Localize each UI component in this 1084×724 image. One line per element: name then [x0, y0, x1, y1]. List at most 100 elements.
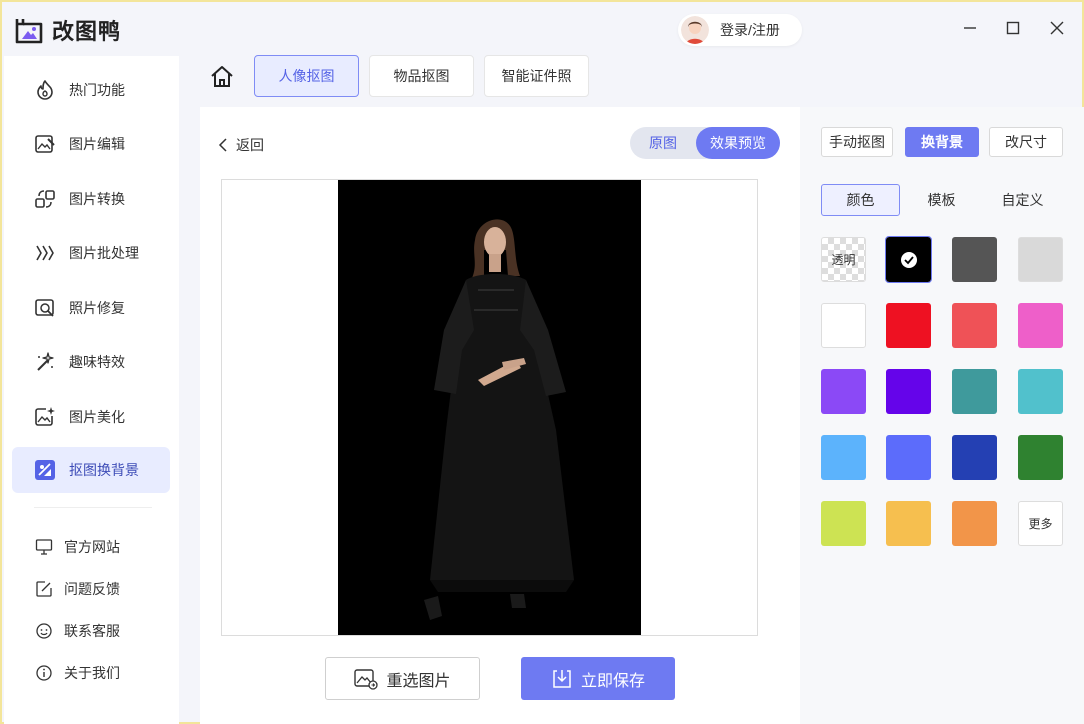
sidebar-divider — [34, 507, 152, 508]
view-toggle: 原图 效果预览 — [630, 127, 780, 159]
color-swatch[interactable] — [886, 435, 931, 480]
result-image — [338, 180, 641, 635]
color-swatch[interactable] — [1018, 237, 1063, 282]
image-preview-area — [221, 179, 758, 636]
color-swatch[interactable] — [885, 236, 932, 283]
background-panel: 手动抠图 换背景 改尺寸 颜色 模板 自定义 透明更多 — [800, 107, 1084, 724]
resize-button[interactable]: 改尺寸 — [989, 127, 1063, 157]
color-swatch[interactable] — [821, 435, 866, 480]
login-button[interactable]: 登录/注册 — [678, 14, 802, 46]
back-label: 返回 — [236, 137, 264, 153]
sidebar-item-label: 图片转换 — [69, 191, 125, 207]
sidebar-link-label: 问题反馈 — [64, 581, 120, 597]
more-colors-button[interactable]: 更多 — [1018, 501, 1063, 546]
sidebar-item-image-convert[interactable]: 图片转换 — [12, 176, 170, 222]
sidebar-item-label: 图片批处理 — [69, 245, 139, 261]
sidebar-link-official-site[interactable]: 官方网站 — [34, 535, 120, 559]
color-swatch[interactable] — [952, 369, 997, 414]
color-swatch[interactable] — [1018, 435, 1063, 480]
color-swatch[interactable] — [952, 237, 997, 282]
sidebar-link-label: 联系客服 — [64, 623, 120, 639]
maximize-icon — [1006, 21, 1020, 35]
sidebar-item-image-edit[interactable]: 图片编辑 — [12, 121, 170, 167]
close-icon — [1050, 21, 1064, 35]
sparkle-image-icon — [32, 404, 58, 430]
sidebar-link-support[interactable]: 联系客服 — [34, 619, 120, 643]
home-icon — [211, 66, 233, 87]
color-swatch[interactable] — [1018, 369, 1063, 414]
sidebar-item-label: 图片美化 — [69, 409, 125, 425]
change-background-button[interactable]: 换背景 — [905, 127, 979, 157]
tab-custom[interactable]: 自定义 — [983, 184, 1062, 216]
magic-wand-icon — [32, 349, 58, 375]
sidebar-item-label: 照片修复 — [69, 300, 125, 316]
sidebar: 热门功能 图片编辑 图片转换 图片批处理 照片修复 趣味特效 图片美化 抠图换背… — [4, 56, 179, 724]
sidebar-item-fun-effects[interactable]: 趣味特效 — [12, 339, 170, 385]
color-swatch[interactable] — [952, 435, 997, 480]
toggle-preview[interactable]: 效果预览 — [696, 127, 780, 159]
maximize-button[interactable] — [1001, 16, 1025, 40]
sidebar-item-cutout[interactable]: 抠图换背景 — [12, 447, 170, 493]
preview-panel: 返回 原图 效果预览 重选图片 立即保存 — [200, 107, 800, 724]
info-icon — [34, 663, 54, 683]
cutout-icon — [32, 457, 58, 483]
feedback-icon — [34, 579, 54, 599]
sidebar-item-batch[interactable]: 图片批处理 — [12, 230, 170, 276]
app-window: 改图鸭 登录/注册 热门功能 图片编辑 图片转换 图片批处理 照片修复 趣味特效… — [0, 0, 1084, 724]
minimize-icon — [964, 27, 976, 29]
save-label: 立即保存 — [580, 672, 645, 690]
sidebar-item-label: 图片编辑 — [69, 136, 125, 152]
tab-id-photo[interactable]: 智能证件照 — [484, 55, 589, 97]
reselect-label: 重选图片 — [386, 672, 451, 690]
save-now-button[interactable]: 立即保存 — [521, 657, 675, 700]
photo-repair-icon — [32, 295, 58, 321]
tab-template[interactable]: 模板 — [902, 184, 981, 216]
color-swatch[interactable] — [886, 501, 931, 546]
customer-service-icon — [34, 621, 54, 641]
title-bar: 改图鸭 登录/注册 — [2, 2, 1082, 56]
color-swatch[interactable] — [821, 501, 866, 546]
image-edit-icon — [32, 131, 58, 157]
sidebar-item-label: 抠图换背景 — [69, 462, 139, 478]
logo-icon — [15, 19, 43, 44]
monitor-icon — [34, 537, 54, 557]
app-title: 改图鸭 — [52, 19, 122, 44]
image-replace-icon — [354, 668, 379, 690]
convert-icon — [32, 186, 58, 212]
sidebar-item-photo-repair[interactable]: 照片修复 — [12, 285, 170, 331]
close-button[interactable] — [1045, 16, 1069, 40]
minimize-button[interactable] — [958, 16, 982, 40]
sidebar-item-beautify[interactable]: 图片美化 — [12, 394, 170, 440]
sidebar-link-label: 官方网站 — [64, 539, 120, 555]
login-label: 登录/注册 — [720, 22, 780, 38]
sidebar-item-hot-features[interactable]: 热门功能 — [12, 67, 170, 113]
app-logo: 改图鸭 — [14, 14, 121, 46]
avatar — [681, 16, 709, 44]
back-button[interactable]: 返回 — [218, 135, 264, 155]
reselect-image-button[interactable]: 重选图片 — [325, 657, 480, 700]
color-swatch[interactable] — [952, 501, 997, 546]
color-swatch[interactable] — [952, 303, 997, 348]
download-icon — [553, 669, 571, 688]
color-swatch[interactable] — [821, 369, 866, 414]
tab-color[interactable]: 颜色 — [821, 184, 900, 216]
color-swatch[interactable] — [886, 369, 931, 414]
check-icon — [900, 251, 917, 268]
portrait-figure — [424, 219, 574, 620]
tab-object-cutout[interactable]: 物品抠图 — [369, 55, 474, 97]
chevron-left-icon — [218, 138, 227, 152]
color-swatch[interactable] — [1018, 303, 1063, 348]
manual-cutout-button[interactable]: 手动抠图 — [821, 127, 893, 157]
sidebar-link-feedback[interactable]: 问题反馈 — [34, 577, 120, 601]
color-swatch[interactable] — [821, 303, 866, 348]
tab-portrait-cutout[interactable]: 人像抠图 — [254, 55, 359, 97]
sidebar-item-label: 热门功能 — [69, 82, 125, 98]
sidebar-link-label: 关于我们 — [64, 665, 120, 681]
toggle-original[interactable]: 原图 — [630, 127, 696, 159]
color-swatch[interactable] — [886, 303, 931, 348]
flame-icon — [32, 77, 58, 103]
home-button[interactable] — [208, 63, 236, 91]
sidebar-link-about[interactable]: 关于我们 — [34, 661, 120, 685]
swatch-transparent[interactable]: 透明 — [821, 237, 866, 282]
sidebar-item-label: 趣味特效 — [69, 354, 125, 370]
